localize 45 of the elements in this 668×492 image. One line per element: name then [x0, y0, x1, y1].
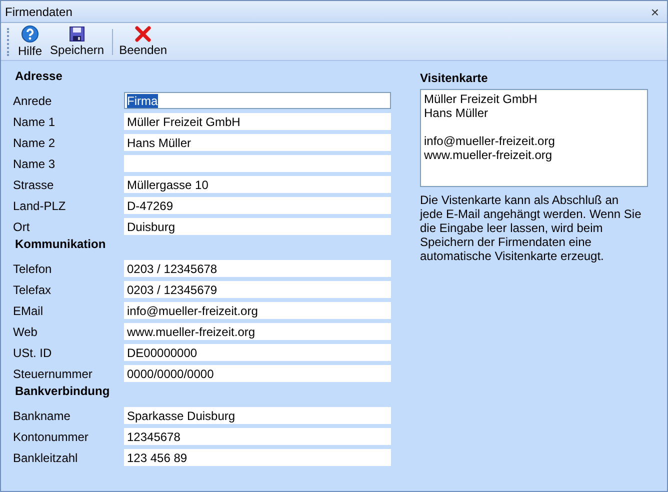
- input-field[interactable]: 0203 / 12345679: [124, 281, 391, 298]
- field-label: Ort: [13, 218, 31, 236]
- input-field[interactable]: Sparkasse Duisburg: [124, 407, 391, 424]
- toolbar-button[interactable]: Beenden: [116, 26, 170, 57]
- input-field[interactable]: [124, 155, 391, 172]
- field-label: Telefon: [13, 260, 53, 278]
- input-field[interactable]: 12345678: [124, 428, 391, 445]
- field-label: Strasse: [13, 176, 55, 194]
- input-field[interactable]: Müllergasse 10: [124, 176, 391, 193]
- input-field[interactable]: DE00000000: [124, 344, 391, 361]
- info-text: Die Vistenkarte kann als Abschluß an jede E-Mail angehängt werden. Wenn Sie die Eingabe leer lassen, wird beim Speichern der Firmendaten eine automatische Visitenkarte erzeugt.: [420, 193, 642, 263]
- input-field[interactable]: Hans Müller: [124, 134, 391, 151]
- input-field[interactable]: 123 456 89: [124, 449, 391, 466]
- input-field[interactable]: 0000/0000/0000: [124, 365, 391, 382]
- input-field[interactable]: Müller Freizeit GmbH: [124, 113, 391, 130]
- field-label: Name 2: [13, 134, 56, 152]
- input-field[interactable]: Firma: [124, 92, 391, 109]
- field-label: Bankname: [13, 408, 72, 424]
- input-field[interactable]: Duisburg: [124, 218, 391, 235]
- input-field[interactable]: info@mueller-freizeit.org: [124, 302, 391, 319]
- field-label: Bankleitzahl: [13, 450, 79, 466]
- section-heading: Kommunikation: [14, 237, 107, 253]
- section-heading: Bankverbindung: [14, 384, 111, 400]
- field-label: Land-PLZ: [13, 198, 67, 214]
- business-card-field[interactable]: Müller Freizeit GmbH Hans Müller info@mueller-freizeit.org www.mueller-freizeit.org: [420, 89, 648, 187]
- field-label: USt. ID: [13, 344, 53, 362]
- section-heading: Adresse: [14, 69, 64, 85]
- input-field[interactable]: www.mueller-freizeit.org: [124, 323, 391, 340]
- input-field[interactable]: 0203 / 12345678: [124, 260, 391, 277]
- section-heading: Visitenkarte: [420, 71, 489, 87]
- toolbar-button[interactable]: Speichern: [47, 26, 108, 57]
- field-label: Web: [13, 324, 38, 340]
- toolbar-button[interactable]: Hilfe: [15, 25, 46, 58]
- input-field[interactable]: D-47269: [124, 197, 391, 214]
- field-label: Steuernummer: [13, 366, 94, 382]
- window-title: Firmendaten: [5, 4, 72, 20]
- field-label: EMail: [13, 302, 44, 320]
- field-label: Anrede: [13, 92, 53, 110]
- close-button[interactable]: ×: [646, 4, 663, 18]
- help-icon: [21, 25, 39, 43]
- field-label: Kontonummer: [13, 428, 90, 446]
- field-label: Telefax: [13, 282, 52, 298]
- field-label: Name 3: [13, 156, 56, 172]
- close-icon: [135, 26, 152, 42]
- field-label: Name 1: [13, 114, 56, 130]
